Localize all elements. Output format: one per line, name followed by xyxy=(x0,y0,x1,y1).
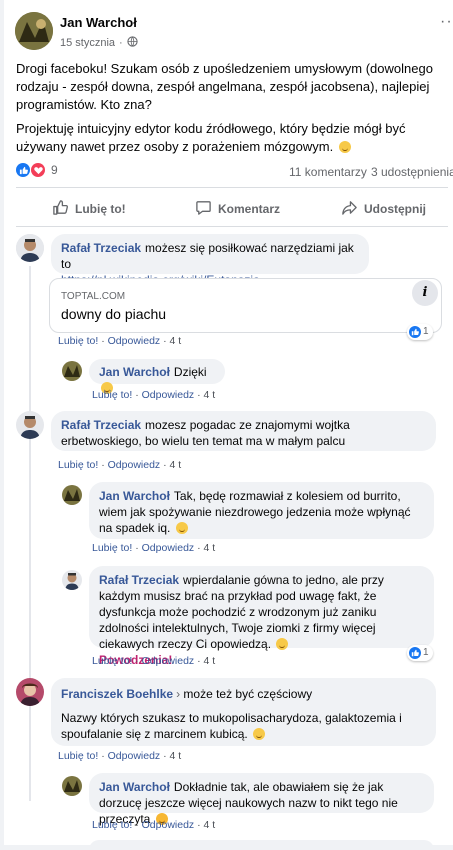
comment-age[interactable]: 4 t xyxy=(204,819,216,831)
comment-actions: Lubię to! · Odpowiedz · 4 t xyxy=(58,750,182,762)
link-preview-domain: TOPTAL.COM xyxy=(61,291,126,302)
share-button-label: Udostępnij xyxy=(364,202,426,216)
post-meta: 15 stycznia · xyxy=(60,36,138,50)
comment-author[interactable]: Rafał Trzeciak xyxy=(99,573,179,587)
love-reaction-icon xyxy=(31,163,45,177)
comment-age[interactable]: 4 t xyxy=(170,750,182,762)
share-button[interactable]: Udostępnij xyxy=(341,199,426,219)
comments-count[interactable]: 11 komentarzy xyxy=(289,165,367,179)
next-comment-bubble-edge xyxy=(89,840,434,850)
comment-reaction-count: 1 xyxy=(423,647,429,658)
comment-actions: Lubię to! · Odpowiedz · 4 t xyxy=(58,335,182,347)
comment-like-link[interactable]: Lubię to! xyxy=(92,542,132,554)
comment-like-link[interactable]: Lubię to! xyxy=(58,750,98,762)
like-reaction-icon xyxy=(409,647,421,659)
smile-emoji-icon xyxy=(338,141,351,153)
comment-actions: Lubię to! · Odpowiedz · 4 t xyxy=(92,655,216,667)
comment-age[interactable]: 4 t xyxy=(170,459,182,471)
reactions-count: 9 xyxy=(51,163,58,177)
comment-like-link[interactable]: Lubię to! xyxy=(92,819,132,831)
comment-actions: Lubię to! · Odpowiedz · 4 t xyxy=(58,459,182,471)
comment-bubble: Rafał Trzeciak mozesz pogadac ze znajomym… xyxy=(51,411,436,451)
comment-bubble: Rafał Trzeciak możesz się posiłkować narz… xyxy=(51,234,369,287)
post-date[interactable]: 15 stycznia xyxy=(60,37,115,49)
comment-age[interactable]: 4 t xyxy=(170,335,182,347)
divider xyxy=(16,226,448,227)
comment-bubble: Jan Warchoł Dokładnie tak, ale obawiałem … xyxy=(89,773,434,826)
thumbs-up-icon xyxy=(52,199,69,219)
comment-age[interactable]: 4 t xyxy=(204,389,216,401)
smile-emoji-icon xyxy=(253,728,266,740)
comment-reply-link[interactable]: Odpowiedz xyxy=(108,459,161,471)
comment-reply-link[interactable]: Odpowiedz xyxy=(142,655,195,667)
commenter-avatar[interactable] xyxy=(62,776,82,796)
like-button-label: Lubię to! xyxy=(75,202,126,216)
reply-target-text: może też być częściowy xyxy=(183,687,313,701)
comment-text: Nazwy których szukasz to mukopolisachary… xyxy=(61,711,402,741)
comment-author[interactable]: Jan Warchoł xyxy=(99,489,170,503)
globe-icon[interactable] xyxy=(127,36,138,50)
comment-text: Dzięki xyxy=(173,365,207,379)
comment-reply-link[interactable]: Odpowiedz xyxy=(142,542,195,554)
thread-line xyxy=(29,266,31,801)
commenter-avatar[interactable] xyxy=(62,485,82,505)
comment-button-label: Komentarz xyxy=(218,202,281,216)
comment-actions: Lubię to! · Odpowiedz · 4 t xyxy=(92,542,216,554)
like-button[interactable]: Lubię to! xyxy=(52,199,126,219)
commenter-avatar[interactable] xyxy=(62,361,82,381)
separator-dot: · xyxy=(119,37,123,49)
comment-header: Franciszek Boehlke › może też być częścio… xyxy=(61,686,426,702)
reply-target-arrow-icon: › xyxy=(176,687,181,701)
commenter-avatar[interactable] xyxy=(16,234,44,262)
smile-emoji-icon xyxy=(175,522,188,534)
comment-bubble: Jan Warchoł Dzięki xyxy=(89,359,225,394)
comment-reply-link[interactable]: Odpowiedz xyxy=(108,750,161,762)
comment-bubble: Rafał Trzeciak wpierdalanie gówna to jedn… xyxy=(89,566,434,667)
post-card: Jan Warchoł 15 stycznia · ··· Drogi face… xyxy=(4,0,453,850)
comment-age[interactable]: 4 t xyxy=(204,542,216,554)
comment-reply-link[interactable]: Odpowiedz xyxy=(142,389,195,401)
comment-author[interactable]: Rafał Trzeciak xyxy=(61,418,141,432)
comment-bubble: Jan Warchoł Tak, będę rozmawiał z kolesie… xyxy=(89,482,434,539)
comment-reply-link[interactable]: Odpowiedz xyxy=(142,819,195,831)
comment-reaction-count: 1 xyxy=(423,326,429,337)
post-author-avatar[interactable] xyxy=(15,12,53,50)
shares-count[interactable]: 3 udostępnienia xyxy=(371,165,453,179)
comment-like-link[interactable]: Lubię to! xyxy=(58,459,98,471)
post-body: Drogi faceboku! Szukam osób z upośledzen… xyxy=(16,60,441,156)
like-reaction-icon xyxy=(409,326,421,338)
divider xyxy=(16,187,448,188)
comment-actions: Lubię to! · Odpowiedz · 4 t xyxy=(92,819,216,831)
comment-button[interactable]: Komentarz xyxy=(195,199,280,219)
reaction-summary[interactable]: 9 xyxy=(16,163,58,177)
share-arrow-icon xyxy=(341,199,358,219)
comment-reply-link[interactable]: Odpowiedz xyxy=(108,335,161,347)
comment-actions: Lubię to! · Odpowiedz · 4 t xyxy=(92,389,216,401)
post-author-name[interactable]: Jan Warchoł xyxy=(60,15,137,30)
comment-like-link[interactable]: Lubię to! xyxy=(92,389,132,401)
comment-bubble: Franciszek Boehlke › może też być częścio… xyxy=(51,678,436,746)
comment-author[interactable]: Jan Warchoł xyxy=(99,365,170,379)
comment-author[interactable]: Jan Warchoł xyxy=(99,780,170,794)
info-icon[interactable]: i xyxy=(412,280,438,306)
commenter-avatar[interactable] xyxy=(62,570,82,590)
post-paragraph-1: Drogi faceboku! Szukam osób z upośledzen… xyxy=(16,61,433,112)
comment-author[interactable]: Franciszek Boehlke xyxy=(61,687,173,701)
comment-reaction-badge[interactable]: 1 xyxy=(407,324,433,340)
post-paragraph-2: Projektuję intuicyjny edytor kodu źródło… xyxy=(16,121,406,154)
link-preview-card[interactable]: TOPTAL.COM downy do piachu i xyxy=(49,278,442,333)
more-options-icon[interactable]: ··· xyxy=(440,14,453,30)
commenter-avatar[interactable] xyxy=(16,411,44,439)
comment-reaction-badge[interactable]: 1 xyxy=(407,645,433,661)
commenter-avatar[interactable] xyxy=(16,678,44,706)
comment-bubble-icon xyxy=(195,199,212,219)
comment-author[interactable]: Rafał Trzeciak xyxy=(61,241,141,255)
comment-age[interactable]: 4 t xyxy=(204,655,216,667)
comment-like-link[interactable]: Lubię to! xyxy=(58,335,98,347)
smile-emoji-icon xyxy=(276,638,289,650)
comment-like-link[interactable]: Lubię to! xyxy=(92,655,132,667)
link-preview-title: downy do piachu xyxy=(61,306,167,322)
like-reaction-icon xyxy=(16,163,30,177)
